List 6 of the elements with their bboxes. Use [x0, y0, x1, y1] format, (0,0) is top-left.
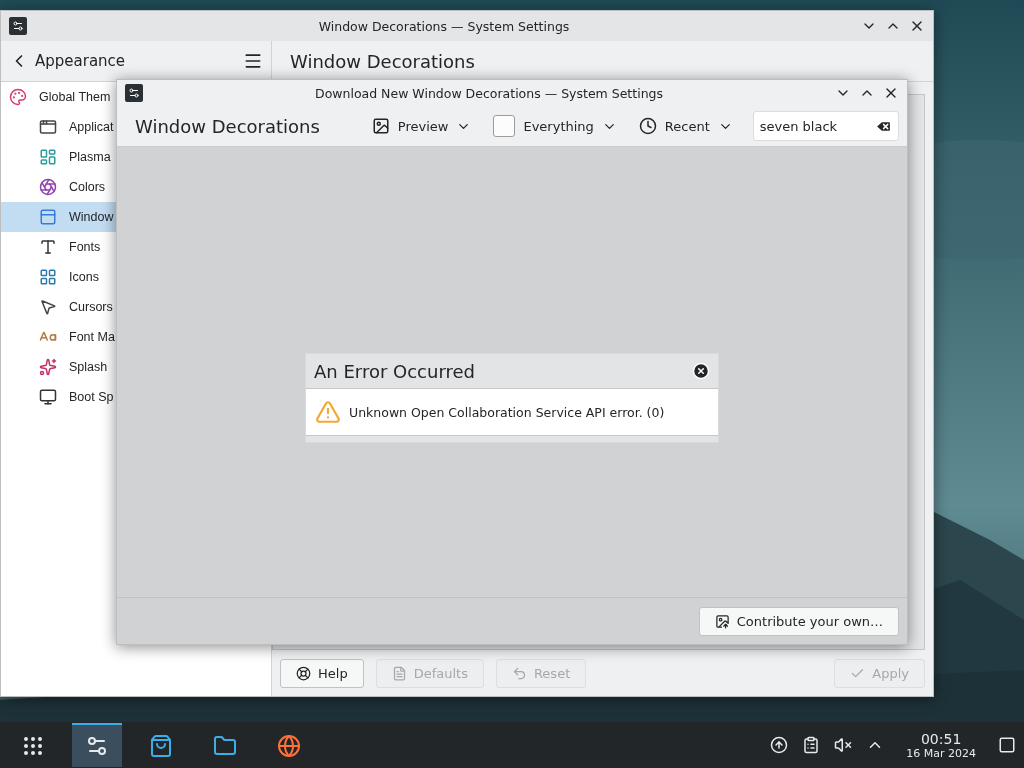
dialog-heading: Window Decorations: [135, 115, 320, 137]
error-title: An Error Occurred: [314, 360, 476, 382]
error-message: Unknown Open Collaboration Service API error. (0): [349, 404, 665, 420]
window-title: Window Decorations — System Settings: [317, 18, 571, 34]
window-title: Download New Window Decorations — System Settings: [314, 85, 664, 101]
page-heading: Window Decorations: [290, 50, 475, 72]
